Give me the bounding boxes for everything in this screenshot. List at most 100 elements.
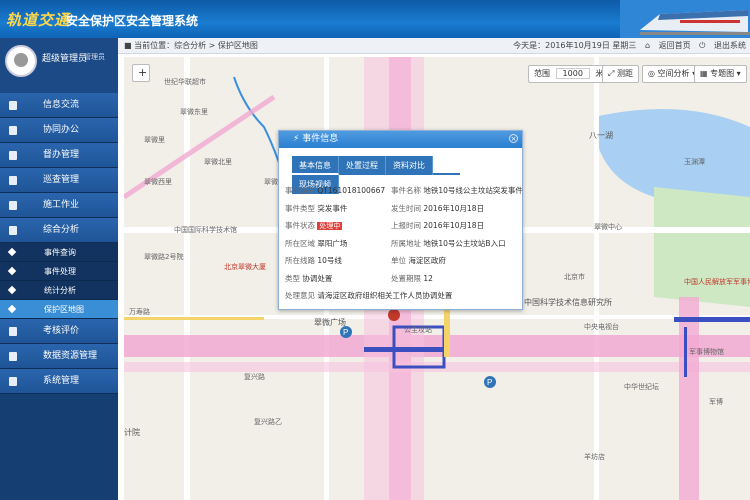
sidebar-item[interactable]: 综合分析	[0, 218, 118, 243]
home-link[interactable]: ⌂ 返回首页	[645, 41, 691, 50]
svg-text:P: P	[487, 378, 492, 387]
map-label: 翠微里	[144, 136, 165, 144]
detail-key: 类型	[285, 273, 300, 283]
popup-header: ⚡ 事件信息 ×	[279, 131, 522, 148]
tab-compare[interactable]: 资料对比	[386, 156, 433, 175]
detail-row: 所在线路 10号线	[285, 255, 342, 266]
map-label: 翠微西里	[144, 178, 172, 186]
sidebar-item[interactable]: 保护区地图	[0, 300, 118, 319]
logout-link[interactable]: ⏻ 退出系统	[699, 41, 746, 50]
sidebar: 超级管理员 管理员 信息交流 协同办公督办管理巡查管理施工作业综合分析事件查询事件…	[0, 38, 118, 500]
svg-text:P: P	[343, 328, 348, 337]
map-label: 中国国际科学技术馆	[174, 226, 237, 234]
sidebar-item[interactable]: 事件处理	[0, 262, 118, 281]
map-label: 翠微中心	[594, 223, 622, 231]
map-label: 八一湖	[589, 131, 613, 140]
detail-row: 事件类型 突发事件	[285, 203, 347, 214]
detail-value: 协调处置	[302, 273, 333, 283]
detail-value: 2016年10月18日	[423, 221, 485, 230]
sidebar-item-label: 巡查管理	[43, 175, 80, 185]
sidebar-item[interactable]: 事件查询	[0, 243, 118, 262]
map-label: 翠微路2号院	[144, 253, 184, 261]
current-date: 今天是：2016年10月19日 星期三	[513, 41, 637, 50]
map-label: 中华世纪坛	[624, 383, 659, 391]
document-icon	[9, 176, 17, 185]
event-info-popup: ⚡ 事件信息 × 基本信息 处置过程 资料对比 现场视频 事件编号 QT1610…	[278, 130, 523, 310]
detail-row: 所在区域 翠阳广场	[285, 238, 347, 249]
document-icon	[9, 352, 17, 361]
sidebar-item[interactable]: 统计分析	[0, 281, 118, 300]
thematic-map-button[interactable]: ▦ 专题图 ▾	[694, 65, 747, 83]
sidebar-item[interactable]: 数据资源管理	[0, 344, 118, 369]
diamond-icon	[7, 285, 17, 295]
detail-value: 地铁10号线公主坟站突发事件	[423, 186, 523, 195]
sidebar-item[interactable]: 巡查管理	[0, 168, 118, 193]
detail-row: 事件编号 QT161018100667	[285, 185, 385, 196]
document-icon	[9, 101, 17, 110]
document-icon	[9, 126, 17, 135]
map-label: 复兴路	[244, 373, 265, 381]
train-banner-image	[620, 0, 750, 38]
detail-row: 发生时间 2016年10月18日	[391, 203, 484, 214]
detail-row: 事件名称 地铁10号线公主坟站突发事件	[391, 185, 523, 196]
grid-icon: ▦	[700, 69, 711, 78]
home-icon: ■	[124, 41, 132, 50]
map-label: 羊坊店	[584, 453, 605, 461]
target-icon: ◎	[648, 69, 658, 78]
tab-process[interactable]: 处置过程	[339, 156, 386, 175]
avatar[interactable]	[5, 45, 37, 77]
range-input[interactable]: 1000	[555, 68, 590, 79]
sidebar-item-label: 事件查询	[44, 248, 76, 257]
detail-value: 10号线	[317, 256, 342, 265]
range-control: 范围 1000 米	[528, 65, 610, 83]
map-label: 翠微广场	[314, 318, 346, 327]
map-label: 公主坟站	[404, 326, 432, 334]
diamond-icon	[7, 247, 17, 257]
sidebar-item[interactable]: 信息交流	[0, 93, 118, 118]
sidebar-item[interactable]: 系统管理	[0, 369, 118, 394]
status-badge: 处理中	[317, 222, 343, 230]
document-icon	[9, 377, 17, 386]
detail-row: 处置期限 12	[391, 273, 433, 284]
sidebar-item[interactable]: 考核评价	[0, 319, 118, 344]
detail-value: 12	[423, 273, 433, 283]
app-logo: 轨道交通	[6, 11, 71, 29]
sidebar-item-label: 督办管理	[43, 150, 80, 160]
map-canvas[interactable]: P P 世纪华联超市 翠微东里 翠微里 翠微北里 翠微西里 中国国际科学技术馆 …	[124, 57, 750, 500]
top-right-links: 今天是：2016年10月19日 星期三 ⌂ 返回首页 ⏻ 退出系统	[507, 38, 746, 54]
map-label: 世纪华联超市	[164, 78, 206, 86]
sidebar-item-label: 数据资源管理	[43, 351, 98, 361]
map-label: 玉渊潭	[684, 158, 705, 166]
map-label: 中央电视台	[584, 323, 619, 331]
user-panel: 超级管理员 管理员	[0, 38, 118, 93]
zoom-in-button[interactable]: +	[132, 64, 150, 82]
detail-key: 事件编号	[285, 186, 315, 195]
measure-button[interactable]: ⤢ 测距	[602, 65, 639, 83]
detail-row: 处理意见 请海淀区政府组织相关工作人员协调处置	[285, 290, 452, 301]
sidebar-item-label: 考核评价	[43, 326, 80, 336]
map-label: 军博	[709, 398, 723, 406]
detail-key: 所在线路	[285, 256, 315, 265]
close-icon[interactable]: ×	[509, 134, 518, 143]
popup-tabs: 基本信息 处置过程 资料对比 现场视频	[292, 156, 460, 194]
detail-key: 所在区域	[285, 238, 315, 248]
tab-basic-info[interactable]: 基本信息	[292, 156, 339, 175]
detail-key: 单位	[391, 256, 406, 265]
detail-value: 2016年10月18日	[423, 203, 485, 213]
detail-value: 地铁10号公主坟站B入口	[423, 238, 506, 248]
breadcrumb-path[interactable]: 综合分析 > 保护区地图	[174, 41, 258, 50]
detail-row: 所属地址 地铁10号公主坟站B入口	[391, 238, 506, 249]
sidebar-item-label: 保护区地图	[44, 305, 84, 314]
detail-key: 处理意见	[285, 291, 315, 300]
document-icon	[9, 151, 17, 160]
sidebar-item[interactable]: 督办管理	[0, 143, 118, 168]
document-icon	[9, 327, 17, 336]
map-label: 计院	[124, 428, 140, 437]
document-icon	[9, 226, 17, 235]
sidebar-item[interactable]: 施工作业	[0, 193, 118, 218]
sidebar-item-label: 系统管理	[43, 376, 80, 386]
system-title: 安全保护区安全管理系统	[66, 14, 199, 28]
sidebar-item[interactable]: 协同办公	[0, 118, 118, 143]
sidebar-item-label: 综合分析	[43, 225, 80, 235]
detail-row: 类型 协调处置	[285, 273, 332, 284]
